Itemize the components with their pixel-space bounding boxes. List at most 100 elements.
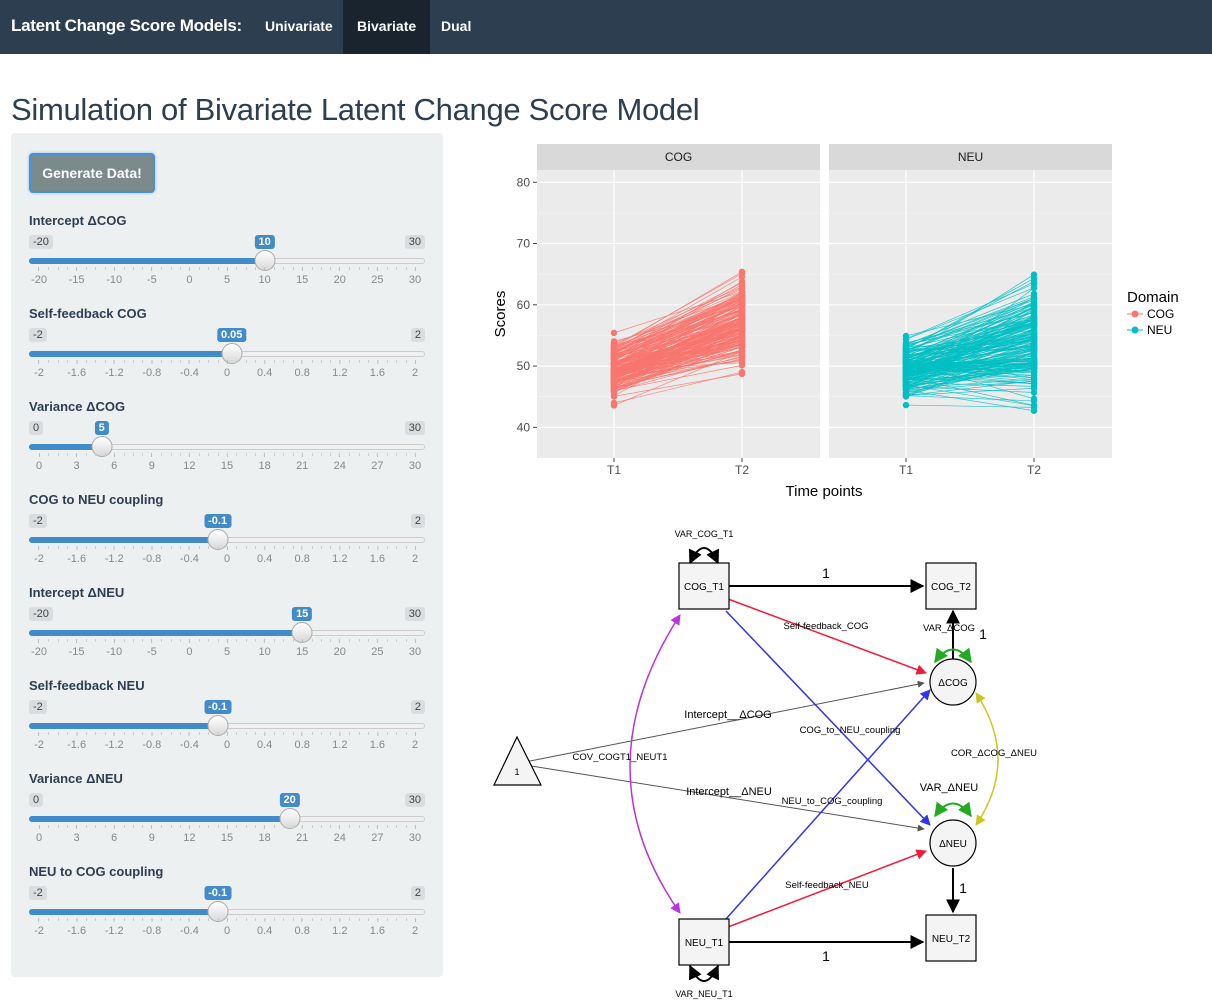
legend-key-point	[1131, 310, 1139, 318]
slider-minor-tick	[236, 732, 238, 735]
slider-minor-tick	[86, 267, 87, 270]
slider-tick-label: 30	[409, 267, 421, 286]
slider-minor-tick	[283, 825, 285, 828]
slider-max-badge: 30	[404, 421, 425, 435]
slider-minor-tick	[161, 639, 163, 642]
slider-minor-tick	[330, 453, 332, 456]
slider-minor-tick	[217, 546, 219, 549]
neu-to-cog-label: NEU_to_COG_coupling	[782, 796, 883, 807]
slider-tick-label: 0	[224, 732, 230, 751]
slider-tick-label: 27	[371, 825, 383, 844]
series-point	[1030, 383, 1038, 390]
slider-minor-tick	[208, 453, 210, 456]
slider-3[interactable]: Variance ΔCOG 0 30 5 0 3 6 9 12 15 18 21 24 27 30	[29, 399, 425, 485]
slider-tick-label: 1.6	[370, 546, 385, 565]
slider-minor-tick	[358, 918, 360, 921]
slider-tick-label: 12	[183, 825, 195, 844]
series-point	[738, 311, 746, 319]
slider-tick-label: -0.8	[142, 918, 161, 937]
slider-tick-label: -0.4	[180, 546, 199, 565]
slider-minor-tick	[208, 360, 210, 363]
slider-minor-tick	[133, 360, 134, 363]
slider-minor-tick	[48, 732, 50, 735]
slider-minor-tick	[330, 825, 332, 828]
tab-univariate[interactable]: Univariate	[251, 0, 347, 54]
slider-5[interactable]: Intercept ΔNEU -20 30 15 -20 -15 -10 -5 0 5 10 15 20…	[29, 585, 425, 671]
page-title: Simulation of Bivariate Latent Change Sc…	[11, 92, 700, 127]
slider-minor-tick	[245, 546, 247, 549]
slider-minor-tick	[57, 639, 59, 642]
slider-max-badge: 30	[404, 235, 425, 249]
slider-minor-tick	[217, 453, 219, 456]
slider-minor-tick	[274, 267, 275, 270]
slider-minor-tick	[386, 360, 388, 363]
slider-minor-tick	[170, 546, 172, 549]
slider-minor-tick	[321, 918, 322, 921]
slider-minor-tick	[321, 546, 322, 549]
slider-value-badge: 10	[254, 235, 275, 249]
slider-minor-tick	[358, 639, 360, 642]
slider-minor-tick	[161, 360, 163, 363]
slider-tick-label: 1.6	[370, 360, 385, 379]
series-point	[610, 399, 618, 407]
slider-minor-tick	[95, 267, 97, 270]
slider-minor-tick	[321, 360, 322, 363]
slider-tick-label: 0.8	[295, 732, 310, 751]
slider-1[interactable]: Intercept ΔCOG -20 30 10 -20 -15 -10 -5 0 5 10 15 20…	[29, 213, 425, 299]
slider-tick-label: 18	[258, 453, 270, 472]
slider-minor-tick	[208, 546, 210, 549]
slider-tick-label: 10	[258, 267, 270, 286]
y-axis-title: Scores	[492, 291, 509, 338]
series-point	[1030, 362, 1038, 370]
slider-7[interactable]: Variance ΔNEU 0 30 20 0 3 6 9 12 15 18 21 24 27 30	[29, 771, 425, 857]
generate-data-button[interactable]: Generate Data!	[29, 153, 155, 193]
slider-minor-tick	[95, 918, 97, 921]
slider-fill	[29, 816, 290, 822]
slider-2[interactable]: Self-feedback COG -2 2 0.05 -2 -1.6 -1.2 -0.8 -0…	[29, 306, 425, 392]
series-point	[1030, 395, 1038, 402]
slider-min-badge: -2	[29, 514, 47, 528]
slider-minor-tick	[217, 918, 219, 921]
slider-tick-label: -0.4	[180, 360, 199, 379]
slider-minor-tick	[57, 732, 59, 735]
slider-tick-label: 0	[224, 546, 230, 565]
slider-max-badge: 2	[410, 886, 425, 900]
slider-minor-tick	[95, 639, 97, 642]
series-point	[738, 326, 746, 334]
slider-tick-label: 9	[149, 453, 155, 472]
slider-minor-tick	[292, 639, 294, 642]
slider-minor-tick	[386, 453, 388, 456]
slider-tick-label: 1.2	[332, 918, 347, 937]
slider-minor-tick	[123, 825, 125, 828]
slider-minor-tick	[311, 639, 313, 642]
slider-minor-tick	[321, 732, 322, 735]
slider-label: Variance ΔNEU	[29, 771, 123, 786]
slider-4[interactable]: COG to NEU coupling -2 2 -0.1 -2 -1.6 -1.2 -0.8…	[29, 492, 425, 578]
slider-tick-label: -5	[147, 267, 157, 286]
slider-min-badge: 0	[29, 793, 44, 807]
var-cog-t1-loop	[688, 547, 720, 565]
slider-value-badge: -0.1	[204, 700, 232, 714]
slider-8[interactable]: NEU to COG coupling -2 2 -0.1 -2 -1.6 -1.2 -0.8…	[29, 864, 425, 950]
slider-min-badge: -2	[29, 328, 47, 342]
slider-minor-tick	[358, 546, 360, 549]
slider-minor-tick	[236, 639, 238, 642]
slider-minor-tick	[255, 453, 257, 456]
slider-minor-tick	[48, 360, 50, 363]
slider-tick-label: 2	[412, 546, 418, 565]
legend-label: NEU	[1147, 323, 1172, 337]
slider-minor-tick	[311, 360, 313, 363]
slider-tick-label: -2	[34, 360, 44, 379]
slider-minor-tick	[255, 825, 257, 828]
slider-tick-label: -0.4	[180, 732, 199, 751]
slider-tick-label: 1.6	[370, 918, 385, 937]
tab-bivariate[interactable]: Bivariate	[343, 0, 431, 54]
sidebar-panel: Generate Data! Intercept ΔCOG -20 30 10 -20-…	[11, 133, 443, 977]
tab-dual[interactable]: Dual	[427, 0, 485, 54]
slider-6[interactable]: Self-feedback NEU -2 2 -0.1 -2 -1.6 -1.2 -0.8 -0…	[29, 678, 425, 764]
slider-minor-tick	[161, 546, 163, 549]
slider-ticks: 0 3 6 9 12 15 18 21 24 27 30	[36, 825, 421, 851]
weight-dneu-label: 1	[959, 880, 967, 896]
slider-minor-tick	[236, 825, 238, 828]
slider-ticks: -20 -15 -10 -5 0 5 10 15 20 25 30	[31, 267, 421, 293]
